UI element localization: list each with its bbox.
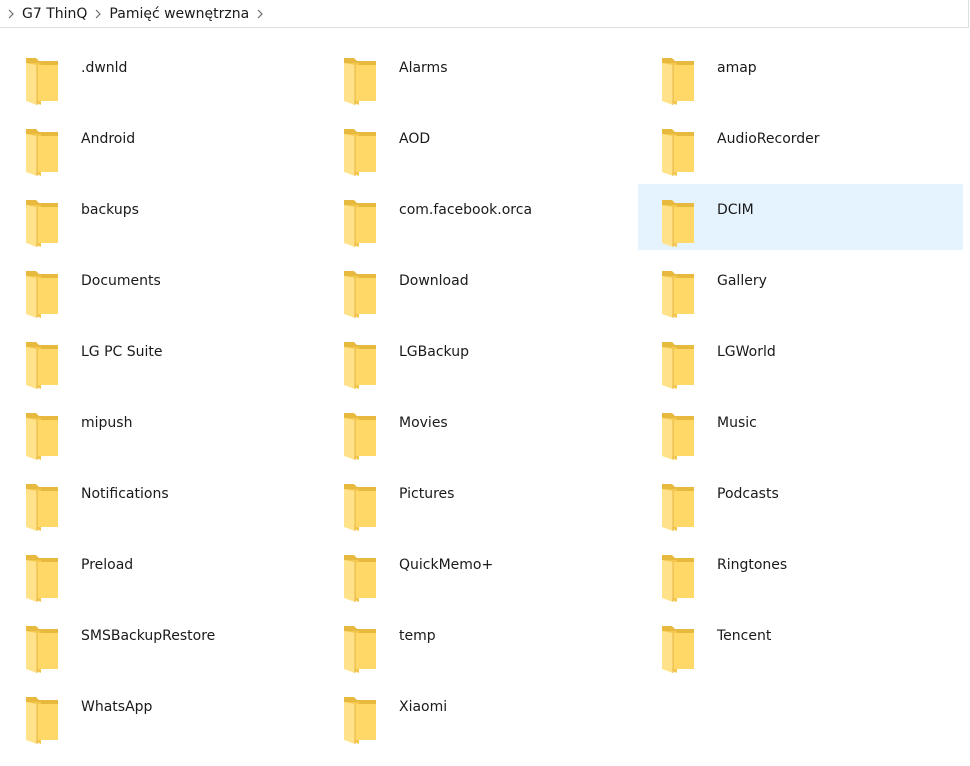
folder-label: WhatsApp	[81, 699, 153, 715]
folder-item[interactable]: Ringtones	[654, 539, 963, 605]
folder-icon	[342, 197, 378, 248]
folder-icon	[660, 339, 696, 390]
folder-icon	[342, 623, 378, 674]
folder-item[interactable]: Tencent	[654, 610, 963, 676]
folder-icon	[24, 197, 60, 248]
breadcrumb-item-storage[interactable]: Pamięć wewnętrzna	[105, 0, 253, 28]
folder-icon	[660, 623, 696, 674]
folder-label: Notifications	[81, 486, 169, 502]
folder-item[interactable]: com.facebook.orca	[336, 184, 654, 250]
folder-label: .dwnld	[81, 60, 128, 76]
folder-label: Alarms	[399, 60, 448, 76]
folder-item[interactable]: Movies	[336, 397, 654, 463]
folder-icon	[660, 410, 696, 461]
folder-label: Music	[717, 415, 757, 431]
folder-label: Android	[81, 131, 136, 147]
folder-item[interactable]: mipush	[18, 397, 336, 463]
folder-item[interactable]: Pictures	[336, 468, 654, 534]
folder-item[interactable]: Xiaomi	[336, 681, 654, 747]
folder-icon	[660, 552, 696, 603]
breadcrumb: G7 ThinQ Pamięć wewnętrzna	[0, 0, 969, 28]
folder-label: Gallery	[717, 273, 767, 289]
folder-label: Movies	[399, 415, 448, 431]
folder-icon	[24, 481, 60, 532]
folder-icon	[342, 126, 378, 177]
folder-icon	[342, 55, 378, 106]
folder-icon	[342, 339, 378, 390]
folder-icon	[24, 623, 60, 674]
breadcrumb-item-device[interactable]: G7 ThinQ	[18, 0, 91, 28]
folder-item[interactable]: amap	[654, 42, 963, 108]
folder-item[interactable]: Download	[336, 255, 654, 321]
folder-item[interactable]: temp	[336, 610, 654, 676]
chevron-right-icon[interactable]	[253, 0, 267, 28]
folder-label: Ringtones	[717, 557, 788, 573]
folder-label: AOD	[399, 131, 431, 147]
folder-item[interactable]: SMSBackupRestore	[18, 610, 336, 676]
chevron-right-icon[interactable]	[4, 0, 18, 28]
folder-icon	[24, 268, 60, 319]
folder-label: Documents	[81, 273, 161, 289]
folder-label: amap	[717, 60, 757, 76]
folder-icon	[24, 339, 60, 390]
folder-label: Download	[399, 273, 469, 289]
folder-label: LG PC Suite	[81, 344, 163, 360]
folder-item[interactable]: DCIM	[638, 184, 963, 250]
folder-icon	[342, 410, 378, 461]
chevron-right-icon[interactable]	[91, 0, 105, 28]
folder-label: mipush	[81, 415, 133, 431]
folder-item[interactable]: Documents	[18, 255, 336, 321]
folder-label: AudioRecorder	[717, 131, 820, 147]
folder-icon	[342, 552, 378, 603]
folder-item[interactable]: Notifications	[18, 468, 336, 534]
folder-icon	[24, 410, 60, 461]
folder-label: DCIM	[717, 202, 754, 218]
folder-label: backups	[81, 202, 139, 218]
folder-icon	[24, 55, 60, 106]
folder-icon	[660, 268, 696, 319]
folder-item[interactable]: .dwnld	[18, 42, 336, 108]
file-explorer-window: G7 ThinQ Pamięć wewnętrzna .dwnld Alarms a…	[0, 0, 970, 766]
folder-icon	[660, 197, 696, 248]
folder-item[interactable]: Gallery	[654, 255, 963, 321]
folder-item[interactable]: WhatsApp	[18, 681, 336, 747]
folder-label: com.facebook.orca	[399, 202, 533, 218]
folder-label: Tencent	[717, 628, 772, 644]
folder-grid: .dwnld Alarms amap Android AOD AudioRecorder b…	[18, 42, 963, 752]
folder-icon	[24, 126, 60, 177]
folder-icon	[24, 552, 60, 603]
folder-item[interactable]: Preload	[18, 539, 336, 605]
folder-label: SMSBackupRestore	[81, 628, 216, 644]
folder-icon	[660, 481, 696, 532]
folder-item[interactable]: LG PC Suite	[18, 326, 336, 392]
folder-item[interactable]: LGWorld	[654, 326, 963, 392]
folder-icon	[342, 481, 378, 532]
folder-item[interactable]: QuickMemo+	[336, 539, 654, 605]
folder-label: LGWorld	[717, 344, 776, 360]
folder-icon	[660, 55, 696, 106]
folder-item[interactable]: backups	[18, 184, 336, 250]
folder-label: Pictures	[399, 486, 455, 502]
folder-icon	[660, 126, 696, 177]
folder-label: temp	[399, 628, 436, 644]
folder-label: Podcasts	[717, 486, 779, 502]
folder-label: LGBackup	[399, 344, 469, 360]
folder-label: Preload	[81, 557, 134, 573]
folder-label: Xiaomi	[399, 699, 448, 715]
folder-item[interactable]: AOD	[336, 113, 654, 179]
folder-icon	[342, 694, 378, 745]
folder-item[interactable]: Alarms	[336, 42, 654, 108]
folder-item[interactable]: Android	[18, 113, 336, 179]
folder-item[interactable]: Podcasts	[654, 468, 963, 534]
folder-item[interactable]: AudioRecorder	[654, 113, 963, 179]
folder-icon	[24, 694, 60, 745]
folder-label: QuickMemo+	[399, 557, 494, 573]
folder-item[interactable]: Music	[654, 397, 963, 463]
folder-item[interactable]: LGBackup	[336, 326, 654, 392]
folder-icon	[342, 268, 378, 319]
